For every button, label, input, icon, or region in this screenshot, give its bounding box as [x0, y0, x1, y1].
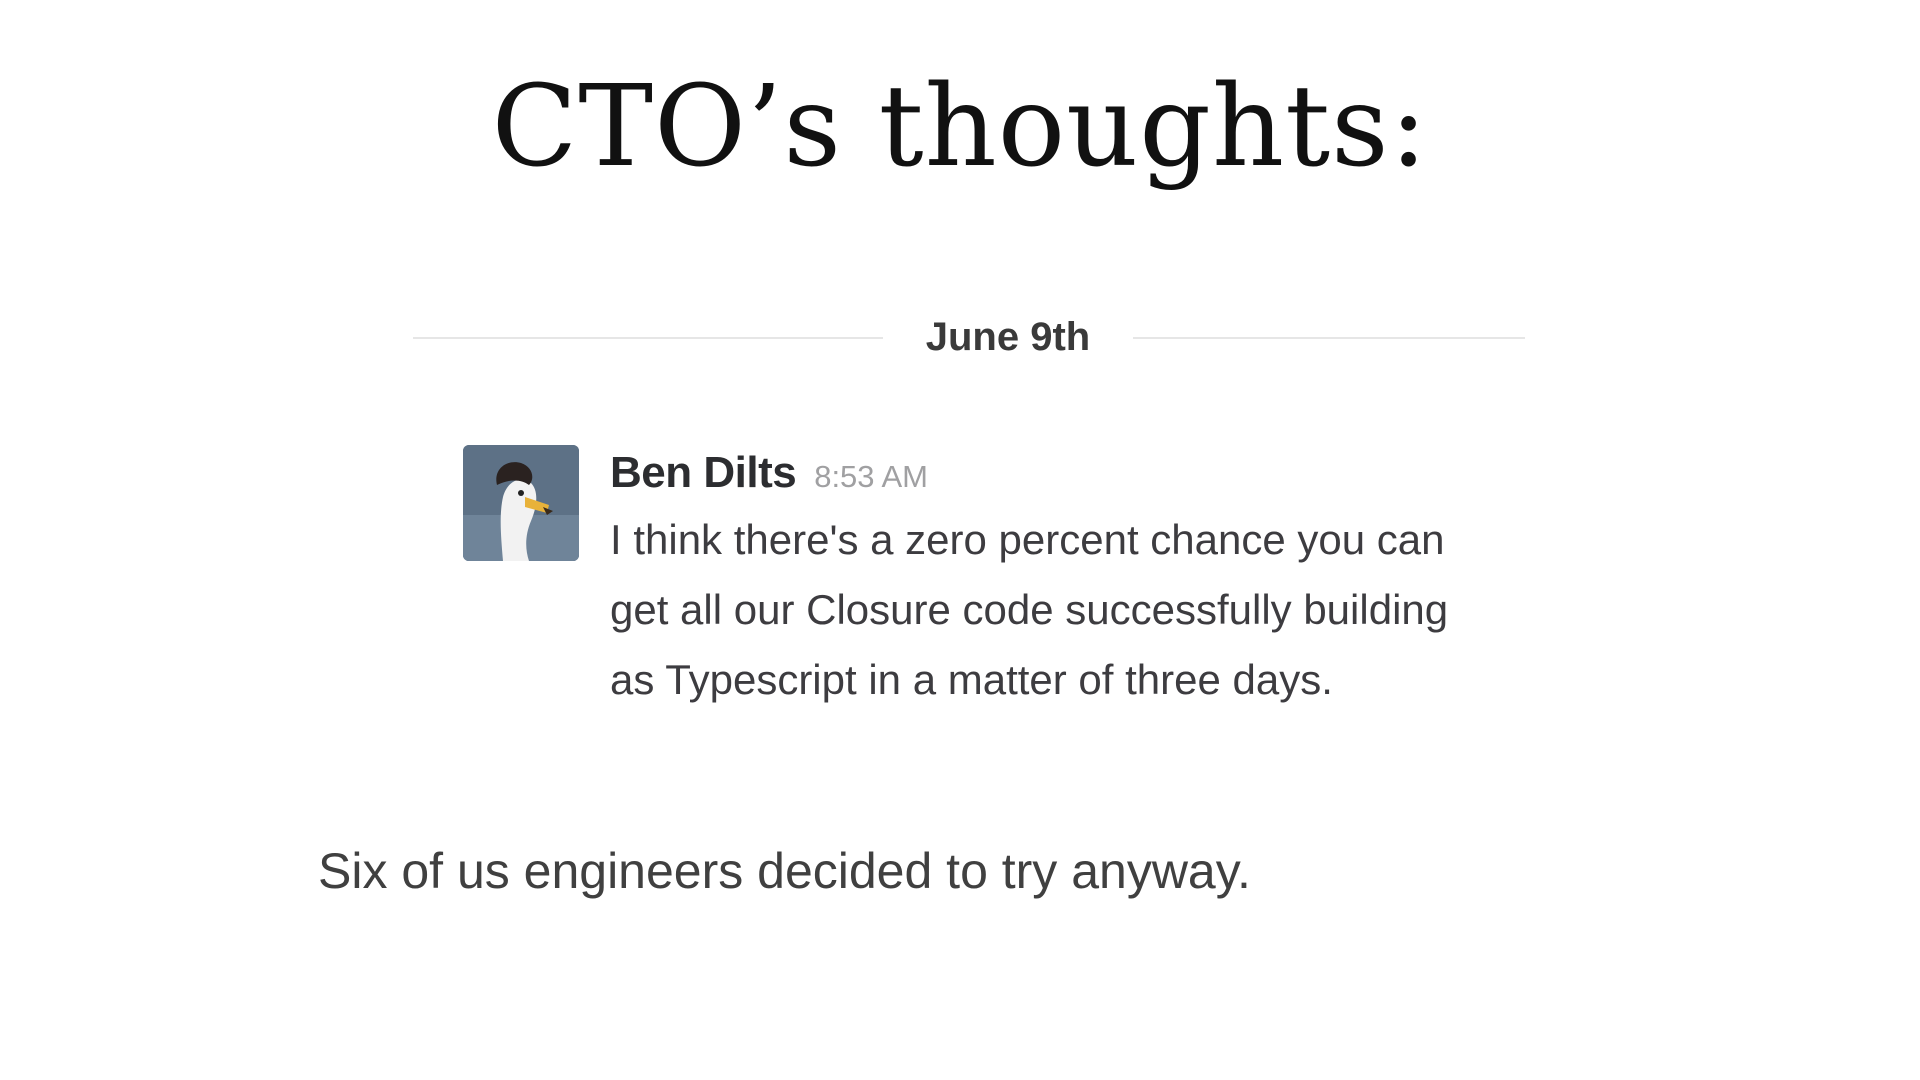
- message-text: I think there's a zero percent chance yo…: [610, 516, 1449, 703]
- divider-line-right: [1133, 337, 1525, 339]
- message-timestamp[interactable]: 8:53 AM: [814, 459, 928, 494]
- date-divider: June 9th: [413, 310, 1525, 364]
- chat-message: Ben Dilts 8:53 AM I think there's a zero …: [463, 445, 1543, 775]
- slide: CTO’s thoughts: June 9th Ben Dilts 8:53 …: [0, 0, 1920, 1080]
- date-label: June 9th: [925, 315, 1091, 359]
- message-body: Ben Dilts 8:53 AM I think there's a zero …: [610, 445, 1510, 715]
- message-header: Ben Dilts 8:53 AM: [610, 445, 1510, 501]
- slide-title: CTO’s thoughts:: [491, 62, 1429, 192]
- goose-avatar-icon[interactable]: [463, 445, 579, 561]
- author-name[interactable]: Ben Dilts: [610, 448, 797, 497]
- divider-line-left: [413, 337, 883, 339]
- slide-caption: Six of us engineers decided to try anywa…: [318, 843, 1251, 899]
